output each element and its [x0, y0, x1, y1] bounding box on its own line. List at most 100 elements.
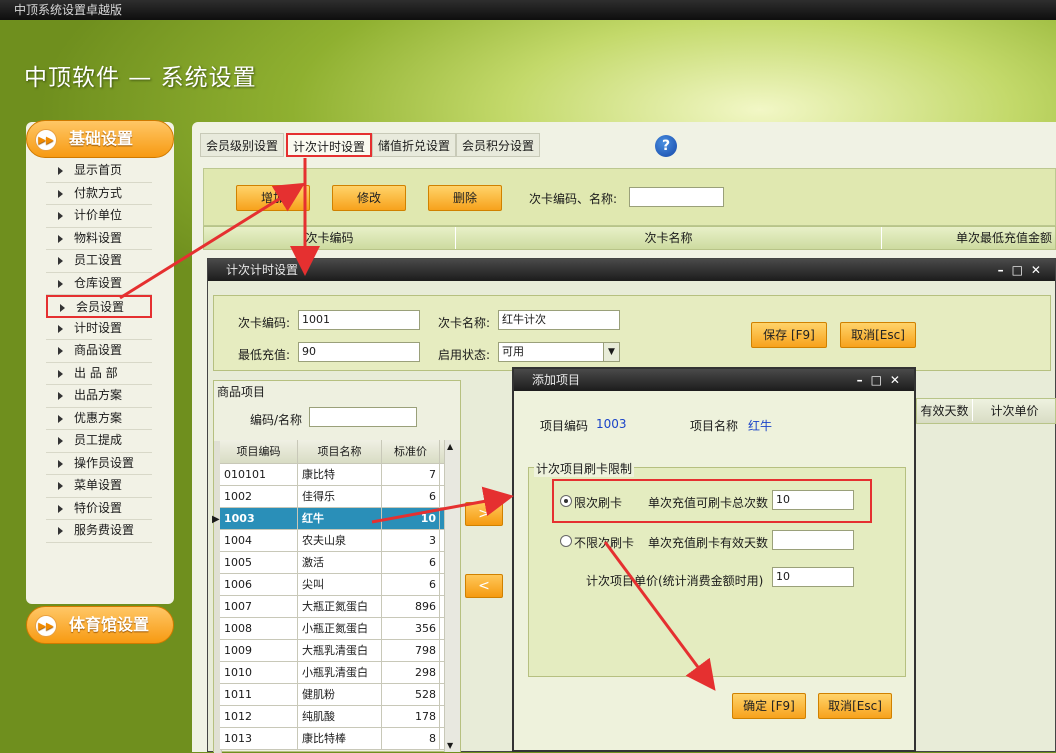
- tab-count-timing[interactable]: 计次计时设置: [286, 133, 372, 157]
- table-row[interactable]: 1013 康比特棒 8: [220, 728, 460, 750]
- table-row[interactable]: 1004 农夫山泉 3: [220, 530, 460, 552]
- cancel-button[interactable]: 取消[Esc]: [840, 322, 916, 348]
- code-name-label: 编码/名称: [250, 413, 303, 427]
- col-min-charge[interactable]: 单次最低充值金额: [882, 227, 1056, 249]
- sidebar-menu: 显示首页 付款方式 计价单位 物料设置 员工设置 仓库设置 会员设置 计时设置 …: [46, 160, 152, 543]
- save-button[interactable]: 保存 [F9]: [751, 322, 827, 348]
- table-scrollbar[interactable]: ▲ ▼: [444, 440, 460, 752]
- sidebar-item-timing[interactable]: 计时设置: [46, 318, 152, 340]
- window-title-bar: 中顶系统设置卓越版: [0, 0, 1056, 20]
- scroll-up-icon[interactable]: ▲: [447, 442, 453, 451]
- sidebar-section-basic[interactable]: ▶▶ 基础设置: [26, 120, 174, 158]
- col-card-name[interactable]: 次卡名称: [456, 227, 882, 249]
- table-row[interactable]: 1006 尖叫 6: [220, 574, 460, 596]
- cell-price: 896: [382, 596, 440, 617]
- sidebar-item-home[interactable]: 显示首页: [46, 160, 152, 183]
- unlimited-radio[interactable]: [560, 535, 572, 547]
- sidebar-section-gym[interactable]: ▶▶ 体育馆设置: [26, 606, 174, 644]
- products-title: 商品项目: [217, 385, 266, 399]
- table-row[interactable]: 1009 大瓶乳清蛋白 798: [220, 640, 460, 662]
- sidebar-item-output-plan[interactable]: 出品方案: [46, 385, 152, 408]
- limited-count-input[interactable]: 10: [772, 490, 854, 510]
- tab-member-level[interactable]: 会员级别设置: [200, 133, 284, 157]
- sidebar-item-member[interactable]: 会员设置: [46, 295, 152, 318]
- sidebar-item-payment[interactable]: 付款方式: [46, 183, 152, 205]
- table-row[interactable]: 1010 小瓶乳清蛋白 298: [220, 662, 460, 684]
- table-row[interactable]: 1012 纯肌酸 178: [220, 706, 460, 728]
- col-count-price[interactable]: 计次单价: [973, 399, 1056, 421]
- unit-price-input[interactable]: 10: [772, 567, 854, 587]
- limited-field-label: 单次充值可刷卡总次数: [648, 496, 769, 510]
- valid-days-input[interactable]: [772, 530, 854, 550]
- col-valid-days[interactable]: 有效天数: [917, 399, 973, 421]
- table-row[interactable]: 010101 康比特 7: [220, 464, 460, 486]
- table-row-selected[interactable]: 1003 红牛 10: [220, 508, 460, 530]
- sidebar-item-warehouse[interactable]: 仓库设置: [46, 273, 152, 295]
- sidebar-item-discount[interactable]: 优惠方案: [46, 408, 152, 430]
- dialog-title-bar: 计次计时设置 –□✕: [208, 259, 1055, 281]
- cancel-button[interactable]: 取消[Esc]: [818, 693, 892, 719]
- tab-stored-value[interactable]: 储值折兑设置: [372, 133, 456, 157]
- tab-member-points[interactable]: 会员积分设置: [456, 133, 540, 157]
- col-card-code[interactable]: 次卡编码: [204, 227, 456, 249]
- table-row[interactable]: 1002 佳得乐 6: [220, 486, 460, 508]
- products-table: 项目编码 项目名称 标准价 010101 康比特 7 1002 佳得乐 6 1003 红牛…: [220, 440, 460, 750]
- add-button[interactable]: 增加: [236, 185, 310, 211]
- card-code-input[interactable]: 1001: [298, 310, 420, 330]
- sidebar-item-material[interactable]: 物料设置: [46, 228, 152, 250]
- scroll-down-icon[interactable]: ▼: [447, 741, 453, 750]
- card-grid-header: 次卡编码 次卡名称 单次最低充值金额: [203, 226, 1056, 250]
- edit-button[interactable]: 修改: [332, 185, 406, 211]
- col-item-name[interactable]: 项目名称: [298, 440, 382, 463]
- sidebar-item-operator[interactable]: 操作员设置: [46, 453, 152, 475]
- limited-label[interactable]: 限次刷卡: [574, 494, 622, 511]
- item-code-value: 1003: [596, 417, 627, 431]
- unlimited-field-label: 单次充值刷卡有效天数: [648, 536, 769, 550]
- delete-button[interactable]: 删除: [428, 185, 502, 211]
- cell-code: 1002: [220, 486, 298, 507]
- min-charge-input[interactable]: 90: [298, 342, 420, 362]
- confirm-button[interactable]: 确定 [F9]: [732, 693, 806, 719]
- table-row[interactable]: 1007 大瓶正氮蛋白 896: [220, 596, 460, 618]
- window-controls[interactable]: –□✕: [857, 369, 908, 391]
- sidebar-item-goods[interactable]: 商品设置: [46, 340, 152, 363]
- cell-code: 1006: [220, 574, 298, 595]
- sidebar-item-special-price[interactable]: 特价设置: [46, 498, 152, 520]
- col-item-code[interactable]: 项目编码: [220, 440, 298, 463]
- table-row[interactable]: 1005 激活 6: [220, 552, 460, 574]
- card-code-label: 次卡编码:: [238, 316, 291, 330]
- sidebar-item-menu[interactable]: 菜单设置: [46, 475, 152, 498]
- cell-code: 1005: [220, 552, 298, 573]
- search-input[interactable]: [629, 187, 724, 207]
- sidebar-item-staff[interactable]: 员工设置: [46, 250, 152, 273]
- cell-code: 1004: [220, 530, 298, 551]
- toolbar: 增加 修改 删除 次卡编码、名称:: [203, 168, 1056, 226]
- cell-name: 小瓶正氮蛋白: [298, 618, 382, 639]
- window-controls[interactable]: –□✕: [998, 259, 1049, 281]
- cell-price: 7: [382, 464, 440, 485]
- sidebar-item-unit[interactable]: 计价单位: [46, 205, 152, 228]
- cell-name: 农夫山泉: [298, 530, 382, 551]
- sidebar-item-commission[interactable]: 员工提成: [46, 430, 152, 453]
- col-std-price[interactable]: 标准价: [382, 440, 440, 463]
- sidebar-section-label: 体育馆设置: [69, 615, 150, 634]
- limited-radio[interactable]: [560, 495, 572, 507]
- cell-name: 激活: [298, 552, 382, 573]
- cell-price: 10: [382, 508, 440, 529]
- table-row[interactable]: 1011 健肌粉 528: [220, 684, 460, 706]
- cell-price: 298: [382, 662, 440, 683]
- move-left-button[interactable]: <: [465, 574, 503, 598]
- sidebar-item-service-fee[interactable]: 服务费设置: [46, 520, 152, 543]
- table-row[interactable]: 1008 小瓶正氮蛋白 356: [220, 618, 460, 640]
- sidebar-item-kitchen[interactable]: 出 品 部: [46, 363, 152, 385]
- move-right-button[interactable]: >: [465, 502, 503, 526]
- card-name-input[interactable]: 红牛计次: [498, 310, 620, 330]
- status-select[interactable]: 可用 ▼: [498, 342, 620, 362]
- cell-price: 3: [382, 530, 440, 551]
- unlimited-label[interactable]: 不限次刷卡: [574, 534, 634, 551]
- chevron-down-icon[interactable]: ▼: [603, 343, 619, 361]
- product-search-input[interactable]: [309, 407, 417, 427]
- cell-name: 纯肌酸: [298, 706, 382, 727]
- help-icon[interactable]: ?: [655, 135, 677, 157]
- add-item-dialog: 添加项目 –□✕ 项目编码 1003 项目名称 红牛 计次项目刷卡限制 限次刷卡…: [512, 367, 916, 752]
